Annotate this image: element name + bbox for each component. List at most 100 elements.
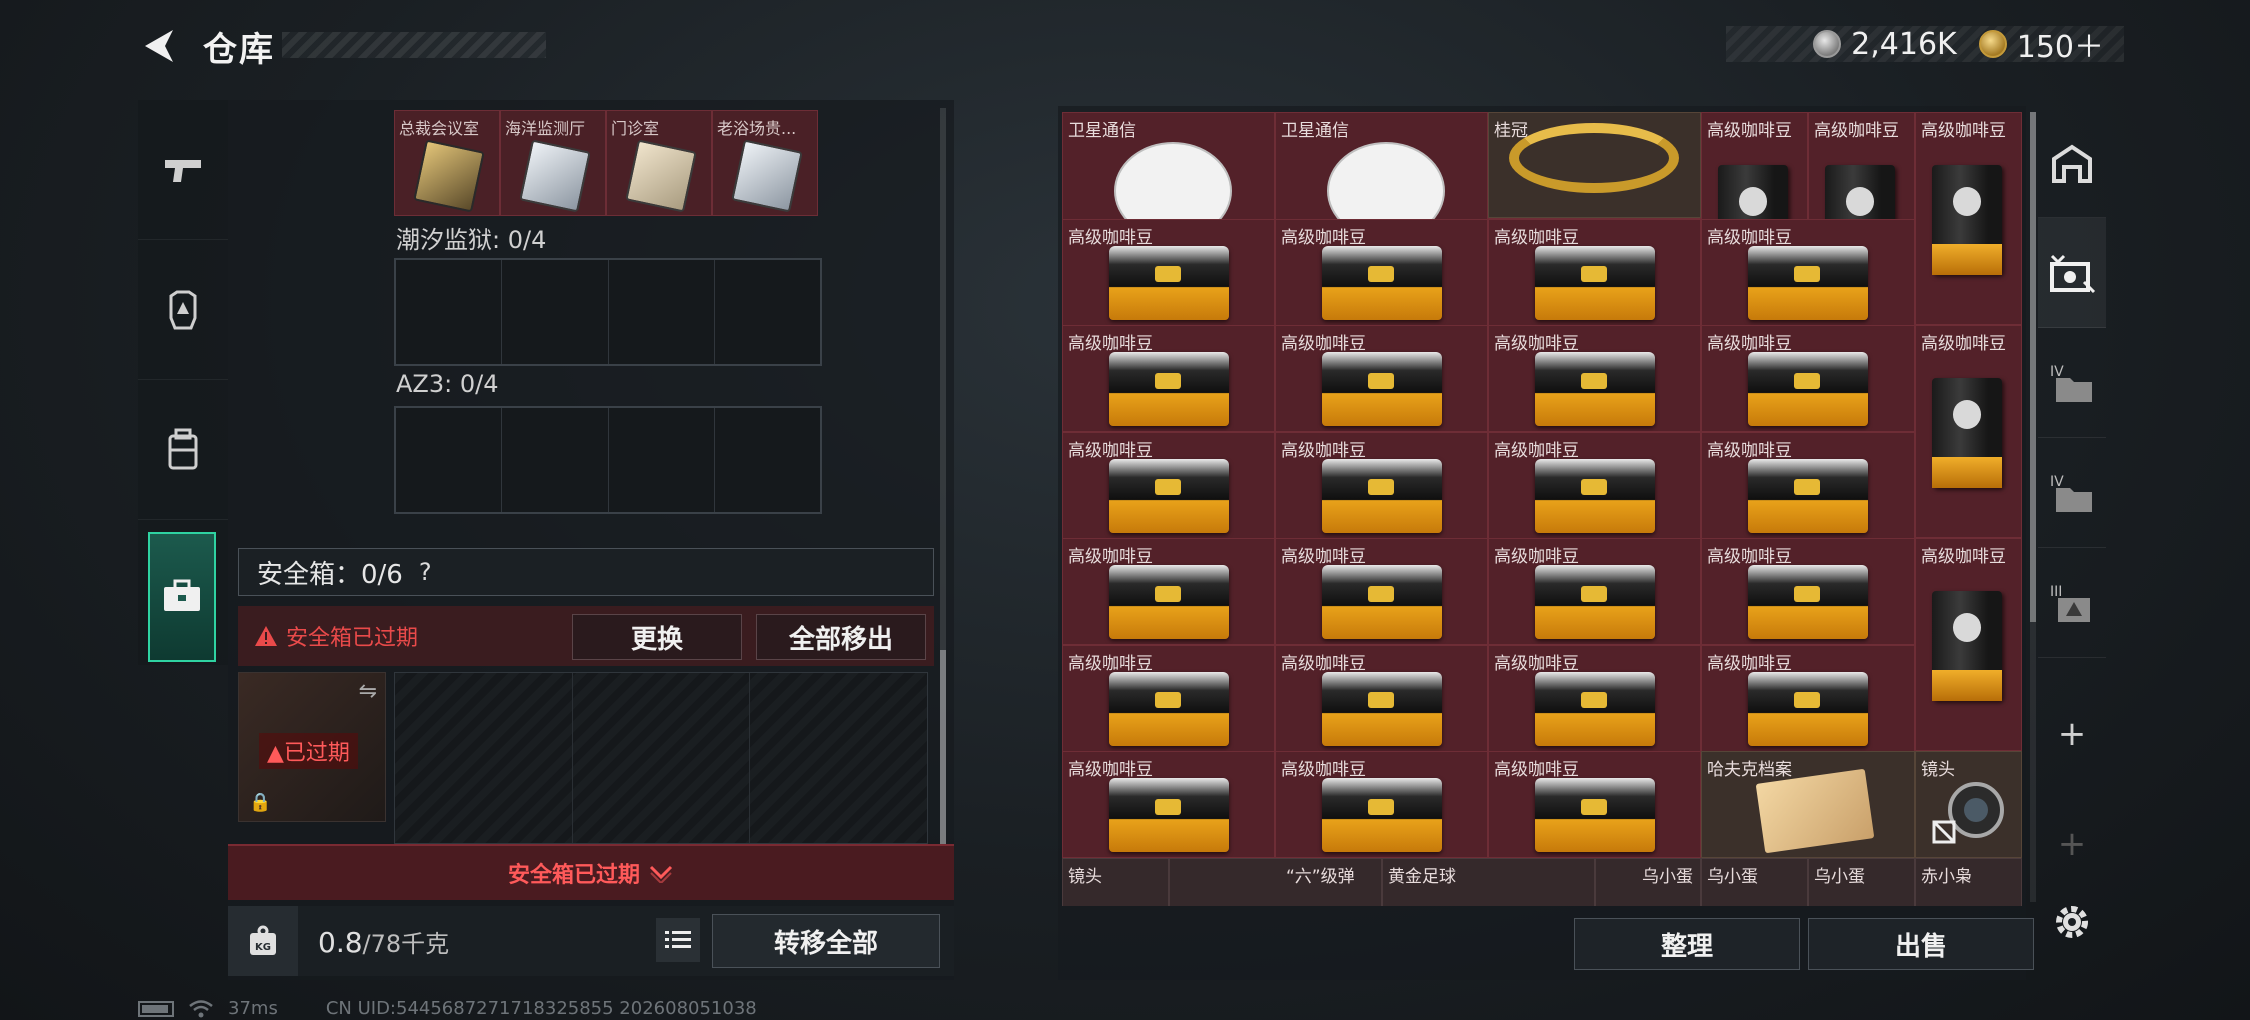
remove-all-button[interactable]: 全部移出 [756, 614, 926, 660]
add-storage-icon[interactable]: + [2038, 704, 2106, 764]
weight-capacity: /78千克 [362, 929, 450, 958]
coffee-bag-image [1535, 671, 1655, 746]
item-premium-coffee[interactable]: 高级咖啡豆 [1701, 644, 1915, 752]
item-crow-egg[interactable]: 乌小蛋 [1808, 858, 1915, 906]
item-lens[interactable]: 镜头 [1062, 858, 1169, 906]
organize-button[interactable]: 整理 [1574, 918, 1800, 970]
item-premium-coffee[interactable]: 高级咖啡豆 [1488, 538, 1701, 645]
folder-iv-icon: IV [2050, 364, 2092, 402]
settings-gear-icon[interactable] [2050, 900, 2094, 944]
item-hoffman-file[interactable]: 哈夫克档案 [1701, 751, 1915, 858]
tab-armor[interactable] [138, 240, 228, 380]
item-crow-egg[interactable]: 乌小蛋 [1701, 858, 1808, 906]
item-premium-coffee[interactable]: 高级咖啡豆 [1915, 112, 2022, 325]
locked-slot [395, 673, 573, 843]
swap-icon: ⇋ [358, 679, 377, 704]
empty-slot[interactable] [502, 408, 609, 512]
coffee-bag-image [1748, 565, 1868, 639]
briefcase-icon [164, 579, 200, 611]
empty-slot[interactable] [396, 260, 503, 364]
tab-storage-sell[interactable] [2038, 218, 2106, 328]
tab-storage-4[interactable]: IV [2038, 328, 2106, 438]
item-premium-coffee[interactable]: 高级咖啡豆 [1488, 644, 1701, 752]
item-label: 高级咖啡豆 [1707, 440, 1792, 461]
empty-slot[interactable] [715, 408, 820, 512]
expired-safebox-item[interactable]: ⇋ ▲已过期 🔒 [238, 672, 386, 822]
item-label: 高级咖啡豆 [1068, 653, 1153, 674]
back-button[interactable] [138, 24, 180, 68]
keycard-slot[interactable]: 老浴场贵... [712, 110, 818, 216]
replace-button[interactable]: 更换 [572, 614, 742, 660]
help-icon[interactable]: ? [419, 558, 432, 586]
empty-slot[interactable] [396, 408, 503, 512]
item-premium-coffee[interactable]: 高级咖啡豆 [1701, 538, 1915, 645]
item-premium-coffee[interactable]: 高级咖啡豆 [1062, 218, 1275, 326]
tab-safebox[interactable] [148, 532, 216, 662]
empty-slot[interactable] [609, 408, 715, 512]
section-label-az3: AZ3: 0/4 [396, 370, 499, 398]
gold-currency-value[interactable]: 150＋ [2017, 22, 2104, 66]
tab-backpack[interactable] [138, 380, 228, 520]
item-premium-coffee[interactable]: 高级咖啡豆 [1275, 538, 1488, 645]
currency-bar: 2,416K 150＋ [1726, 26, 2124, 65]
left-scrollbar-thumb[interactable] [940, 650, 946, 850]
item-premium-coffee[interactable]: 高级咖啡豆 [1488, 431, 1701, 539]
item-premium-coffee[interactable]: 高级咖啡豆 [1275, 325, 1488, 432]
item-red-owl[interactable]: 赤小枭 [1915, 858, 2022, 906]
keycard-label: 门诊室 [611, 119, 660, 138]
coffee-bag-image [1322, 245, 1442, 320]
item-premium-coffee[interactable]: 高级咖啡豆 [1915, 538, 2022, 751]
folder-iv-icon: IV [2050, 474, 2092, 512]
empty-slot[interactable] [609, 260, 715, 364]
item-golden-ball[interactable]: 黄金足球 [1382, 858, 1595, 906]
item-premium-coffee[interactable]: 高级咖啡豆 [1701, 325, 1915, 432]
item-premium-coffee[interactable]: 高级咖啡豆 [1701, 218, 1915, 326]
item-label: 高级咖啡豆 [1921, 121, 2006, 141]
item-label: “六”级弹 [1286, 867, 1355, 887]
item-premium-coffee[interactable]: 高级咖啡豆 [1275, 218, 1488, 326]
storage-scrollbar-thumb[interactable] [2030, 112, 2036, 622]
keycard-slot[interactable]: 海洋监测厅 [500, 110, 606, 216]
expired-footer[interactable]: 安全箱已过期 [228, 844, 954, 900]
coffee-bag-image [1109, 352, 1229, 426]
item-premium-coffee[interactable]: 高级咖啡豆 [1488, 218, 1701, 326]
locked-slot [750, 673, 927, 843]
tab-storage-3[interactable]: III [2038, 548, 2106, 658]
item-premium-coffee[interactable]: 高级咖啡豆 [1915, 325, 2022, 538]
item-laurel-crown[interactable]: 桂冠 [1488, 112, 1701, 218]
tab-storage-4b[interactable]: IV [2038, 438, 2106, 548]
item-premium-coffee[interactable]: 高级咖啡豆 [1062, 325, 1275, 432]
empty-slot[interactable] [502, 260, 609, 364]
item-six-grenade[interactable]: “六”级弹 [1169, 858, 1382, 906]
uid-text: CN UID:5445687271718325855 202608051038 [325, 998, 757, 1019]
item-premium-coffee[interactable]: 高级咖啡豆 [1062, 644, 1275, 752]
transfer-all-button[interactable]: 转移全部 [712, 914, 940, 968]
keycard-slot[interactable]: 总裁会议室 [394, 110, 500, 216]
empty-slot[interactable] [715, 260, 820, 364]
item-premium-coffee[interactable]: 高级咖啡豆 [1488, 325, 1701, 432]
item-premium-coffee[interactable]: 高级咖啡豆 [1062, 538, 1275, 645]
camera-lens-image [1932, 782, 2004, 844]
kg-weight-icon: KG [250, 925, 276, 955]
item-lens[interactable]: 镜头 [1915, 751, 2022, 858]
storage-tabs: IV IV III + + [2038, 108, 2106, 918]
item-premium-coffee[interactable]: 高级咖啡豆 [1275, 431, 1488, 539]
item-premium-coffee[interactable]: 高级咖啡豆 [1062, 431, 1275, 539]
tab-weapon[interactable] [138, 100, 228, 240]
item-premium-coffee[interactable]: 高级咖啡豆 [1275, 644, 1488, 752]
item-premium-coffee[interactable]: 高级咖啡豆 [1062, 751, 1275, 858]
storage-grid: 卫星通信 卫星通信 桂冠 高级咖啡豆 高级咖啡豆 高级咖啡豆 高级咖啡豆 高级咖… [1062, 112, 2022, 906]
add-storage-disabled-icon: + [2057, 824, 2087, 864]
item-premium-coffee[interactable]: 高级咖啡豆 [1488, 751, 1701, 858]
coffee-bag-image [1109, 671, 1229, 746]
item-label: 高级咖啡豆 [1068, 547, 1153, 567]
item-premium-coffee[interactable]: 高级咖啡豆 [1275, 751, 1488, 858]
list-view-button[interactable] [656, 918, 700, 962]
item-crow-egg[interactable]: 乌小蛋 [1595, 858, 1701, 906]
tab-home-storage[interactable] [2038, 108, 2106, 218]
wifi-icon [189, 999, 213, 1017]
sell-button[interactable]: 出售 [1808, 918, 2034, 970]
item-premium-coffee[interactable]: 高级咖啡豆 [1701, 431, 1915, 539]
keycard-slot[interactable]: 门诊室 [606, 110, 712, 216]
item-label: 哈夫克档案 [1707, 760, 1792, 780]
